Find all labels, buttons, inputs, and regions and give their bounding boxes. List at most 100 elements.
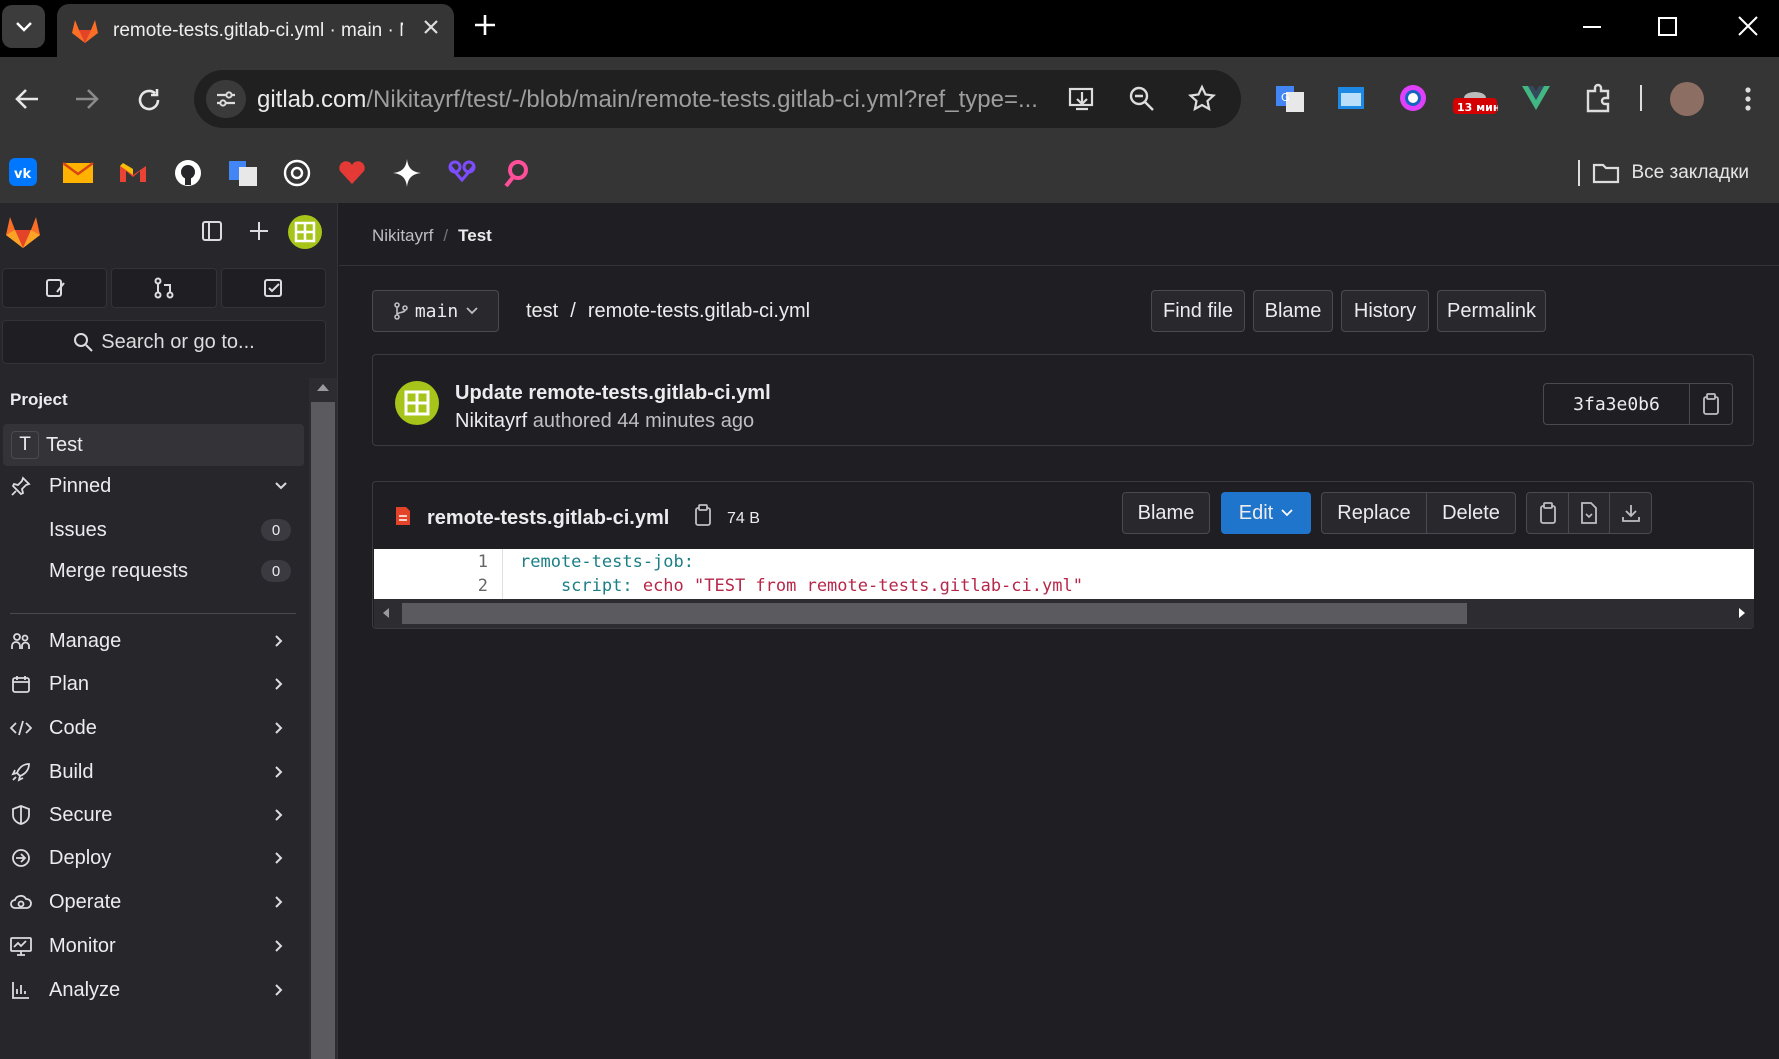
new-tab-icon[interactable]: [472, 12, 498, 38]
open-raw-button[interactable]: [1568, 492, 1610, 534]
tab-search-button[interactable]: [2, 5, 45, 48]
blame-header-button[interactable]: Blame: [1253, 290, 1333, 332]
mail-bookmark-icon[interactable]: [62, 158, 94, 188]
sidebar-item-secure[interactable]: Secure: [0, 794, 304, 836]
github-bookmark-icon[interactable]: [173, 158, 203, 188]
line-number[interactable]: 2: [474, 576, 488, 596]
issues-shortcut[interactable]: [2, 268, 108, 308]
sidebar-item-code[interactable]: Code: [0, 707, 304, 749]
delete-button[interactable]: Delete: [1426, 492, 1516, 534]
window-ext-icon[interactable]: [1336, 82, 1368, 114]
merge-requests-shortcut[interactable]: [111, 268, 217, 308]
scroll-up-arrow-icon[interactable]: [317, 384, 329, 391]
all-bookmarks-button[interactable]: Все закладки: [1592, 162, 1749, 184]
browser-tabstrip: remote-tests.gitlab-ci.yml · main · N: [0, 0, 1779, 57]
todos-shortcut[interactable]: [220, 268, 326, 308]
history-button[interactable]: History: [1341, 290, 1429, 332]
pink-bookmark-icon[interactable]: [501, 158, 531, 188]
heart-bookmark-icon[interactable]: [337, 158, 367, 188]
timer-ext-icon[interactable]: 13 мин: [1452, 82, 1500, 114]
scroll-right-arrow-icon[interactable]: [1738, 607, 1746, 619]
sidebar-item-monitor[interactable]: Monitor: [0, 925, 304, 967]
blame-file-button[interactable]: Blame: [1122, 492, 1210, 534]
commit-title[interactable]: Update remote-tests.gitlab-ci.yml: [455, 382, 771, 405]
chevron-down-icon: [275, 482, 287, 490]
download-button[interactable]: [1609, 492, 1652, 534]
project-link-test[interactable]: T Test: [3, 424, 304, 466]
kebab-menu-icon[interactable]: [1744, 86, 1752, 112]
code-icon: [10, 717, 32, 739]
sidebar-item-merge-requests[interactable]: Merge requests 0: [0, 550, 304, 592]
sidebar-scrollbar[interactable]: [309, 378, 337, 1059]
sidebar-item-operate[interactable]: Operate: [0, 881, 304, 923]
copy-path-icon[interactable]: [694, 504, 712, 526]
site-info-icon[interactable]: [206, 80, 246, 118]
install-app-icon[interactable]: [1067, 84, 1097, 114]
code-horizontal-scrollbar[interactable]: [374, 599, 1754, 628]
chevron-right-icon: [275, 766, 283, 778]
bookmarks-bar: vk Все закладки: [0, 144, 1779, 202]
user-avatar[interactable]: [288, 215, 322, 249]
chevron-right-icon: [275, 635, 283, 647]
search-button[interactable]: Search or go to...: [2, 320, 326, 364]
minimize-icon[interactable]: [1582, 12, 1602, 42]
breadcrumb-project[interactable]: Test: [458, 226, 492, 246]
translate-bookmark-icon[interactable]: [228, 158, 258, 188]
code-line: remote-tests-job:: [520, 552, 694, 572]
url-text[interactable]: gitlab.com/Nikitayrf/test/-/blob/main/re…: [257, 86, 1057, 114]
monitor-icon: [10, 935, 32, 957]
scroll-left-arrow-icon[interactable]: [382, 607, 390, 619]
maximize-icon[interactable]: [1657, 12, 1679, 42]
sidebar-item-deploy[interactable]: Deploy: [0, 837, 304, 879]
sidebar-toggle-icon[interactable]: [201, 220, 223, 242]
yaml-key: script:: [520, 576, 633, 596]
sidebar-item-analyze[interactable]: Analyze: [0, 969, 304, 1011]
back-icon[interactable]: [14, 87, 40, 111]
window-close-icon[interactable]: [1736, 12, 1760, 42]
gitlab-logo-icon[interactable]: [5, 215, 41, 249]
forward-icon[interactable]: [74, 87, 100, 111]
sidebar-item-manage[interactable]: Manage: [0, 620, 304, 662]
color-ext-icon[interactable]: [1397, 82, 1429, 114]
openai-bookmark-icon[interactable]: [282, 158, 312, 188]
vk-bookmark-icon[interactable]: vk: [9, 158, 39, 188]
loops-bookmark-icon[interactable]: [446, 158, 476, 188]
scrollbar-thumb[interactable]: [311, 402, 335, 1059]
breadcrumb-owner[interactable]: Nikitayrf: [372, 226, 433, 246]
copy-contents-button[interactable]: [1526, 492, 1569, 534]
commit-sha[interactable]: 3fa3e0b6: [1544, 384, 1690, 424]
edit-dropdown-button[interactable]: Edit: [1221, 492, 1311, 534]
browser-tab-active[interactable]: remote-tests.gitlab-ci.yml · main · N: [57, 4, 454, 57]
commit-author[interactable]: Nikitayrf: [455, 410, 527, 432]
gmail-bookmark-icon[interactable]: [118, 158, 148, 188]
address-bar[interactable]: gitlab.com/Nikitayrf/test/-/blob/main/re…: [194, 70, 1241, 128]
commit-author-avatar[interactable]: [395, 381, 439, 425]
zoom-icon[interactable]: [1127, 84, 1157, 114]
reload-icon[interactable]: [136, 87, 162, 113]
path-root[interactable]: test: [526, 300, 558, 323]
copy-sha-button[interactable]: [1690, 384, 1732, 424]
profile-avatar[interactable]: [1670, 82, 1704, 116]
branch-selector[interactable]: main: [372, 290, 499, 332]
close-tab-icon[interactable]: [422, 18, 440, 36]
vue-ext-icon[interactable]: [1520, 82, 1552, 114]
replace-button[interactable]: Replace: [1321, 492, 1427, 534]
browser-toolbar: gitlab.com/Nikitayrf/test/-/blob/main/re…: [0, 57, 1779, 203]
line-number[interactable]: 1: [474, 552, 488, 572]
sidebar-item-build[interactable]: Build: [0, 751, 304, 793]
create-new-icon[interactable]: [248, 220, 270, 242]
commit-sha-group: 3fa3e0b6: [1543, 383, 1733, 425]
bookmark-star-icon[interactable]: [1187, 84, 1217, 114]
scrollbar-thumb[interactable]: [402, 603, 1467, 624]
find-file-button[interactable]: Find file: [1151, 290, 1245, 332]
permalink-button[interactable]: Permalink: [1437, 290, 1546, 332]
copy-icon: [1703, 393, 1719, 415]
sidebar-header: [0, 203, 338, 263]
sidebar-item-plan[interactable]: Plan: [0, 663, 304, 705]
sparkle-bookmark-icon[interactable]: [392, 158, 422, 188]
sidebar-item-issues[interactable]: Issues 0: [0, 509, 304, 551]
yaml-value: echo "TEST from remote-tests.gitlab-ci.y…: [632, 576, 1083, 596]
pinned-section-toggle[interactable]: Pinned: [0, 465, 304, 507]
extensions-puzzle-icon[interactable]: [1583, 82, 1615, 114]
translate-ext-icon[interactable]: G: [1274, 82, 1306, 114]
